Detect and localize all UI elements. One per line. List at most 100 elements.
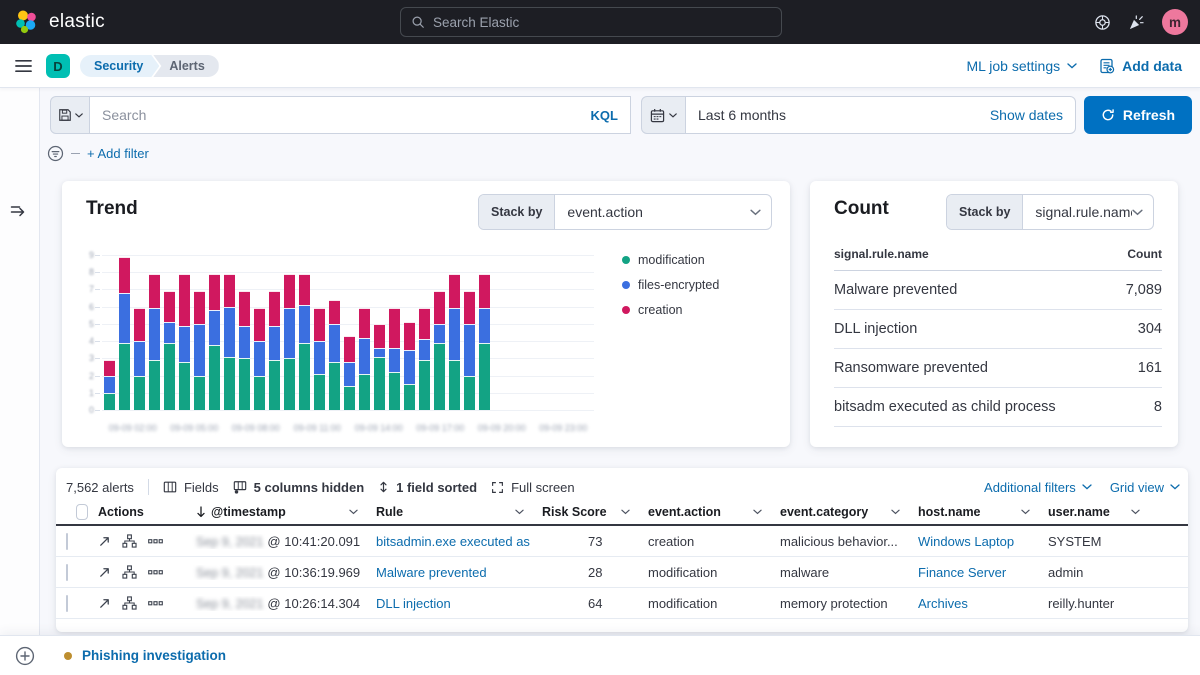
trend-bar-segment-modification[interactable]: [479, 342, 490, 410]
count-row[interactable]: Malware prevented 7,089: [834, 271, 1162, 310]
show-dates-button[interactable]: Show dates: [990, 107, 1063, 123]
trend-bar-segment-creation[interactable]: [389, 308, 400, 348]
trend-bar-segment-creation[interactable]: [344, 335, 355, 362]
legend-item-files-encrypted[interactable]: files-encrypted: [622, 278, 719, 292]
column-header-risk-score[interactable]: Risk Score: [532, 500, 638, 524]
trend-bar-segment-creation[interactable]: [374, 323, 385, 348]
column-header-rule[interactable]: Rule: [366, 500, 532, 524]
trend-bar-segment-files-encrypted[interactable]: [254, 341, 265, 376]
select-all-checkbox[interactable]: [76, 504, 88, 520]
trend-bar-segment-files-encrypted[interactable]: [299, 304, 310, 343]
date-range-value[interactable]: Last 6 months: [698, 107, 786, 123]
trend-bar-segment-modification[interactable]: [434, 342, 445, 410]
count-row[interactable]: bitsadm executed as child process 8: [834, 388, 1162, 427]
column-header-event-category[interactable]: event.category: [770, 500, 908, 524]
user-avatar[interactable]: m: [1162, 9, 1188, 35]
trend-bar-segment-creation[interactable]: [359, 308, 370, 338]
trend-bar-segment-creation[interactable]: [314, 308, 325, 342]
trend-bar-segment-modification[interactable]: [134, 375, 145, 410]
expand-sidebar-icon[interactable]: [10, 204, 28, 219]
trend-bar-segment-creation[interactable]: [224, 273, 235, 307]
row-checkbox[interactable]: [66, 594, 68, 612]
count-stack-by-select[interactable]: Stack by signal.rule.name: [946, 194, 1154, 230]
trend-bar-segment-files-encrypted[interactable]: [284, 308, 295, 359]
rule-link[interactable]: bitsadmin.exe executed as ...: [366, 534, 532, 549]
expand-alert-icon[interactable]: [98, 566, 111, 579]
trend-bar-segment-modification[interactable]: [179, 361, 190, 410]
trend-bar-segment-modification[interactable]: [164, 342, 175, 410]
trend-bar-segment-files-encrypted[interactable]: [374, 348, 385, 357]
count-row[interactable]: DLL injection 304: [834, 310, 1162, 349]
trend-bar-segment-modification[interactable]: [254, 375, 265, 410]
legend-item-modification[interactable]: modification: [622, 253, 719, 267]
column-header-event-action[interactable]: event.action: [638, 500, 770, 524]
global-search-input[interactable]: Search Elastic: [400, 7, 782, 37]
trend-bar-segment-creation[interactable]: [149, 273, 160, 309]
table-row[interactable]: Sep 9, 2021 @ 10:26:14.304 DLL injection …: [56, 588, 1188, 619]
menu-icon[interactable]: [15, 59, 32, 73]
table-row[interactable]: Sep 9, 2021 @ 10:41:20.091 bitsadmin.exe …: [56, 526, 1188, 557]
trend-bar-segment-modification[interactable]: [269, 360, 280, 410]
row-checkbox[interactable]: [66, 563, 68, 581]
columns-hidden-button[interactable]: 5 columns hidden: [233, 480, 364, 495]
trend-bar-segment-creation[interactable]: [479, 273, 490, 309]
more-actions-icon[interactable]: [148, 569, 163, 575]
trend-bar-segment-modification[interactable]: [224, 356, 235, 410]
trend-bar-segment-creation[interactable]: [464, 291, 475, 324]
breadcrumb-security[interactable]: Security: [80, 55, 159, 77]
trend-bar-segment-files-encrypted[interactable]: [449, 308, 460, 361]
trend-bar-segment-creation[interactable]: [239, 291, 250, 326]
more-actions-icon[interactable]: [148, 600, 163, 606]
fields-button[interactable]: Fields: [163, 480, 219, 495]
news-feed-icon[interactable]: [1128, 14, 1145, 31]
expand-alert-icon[interactable]: [98, 597, 111, 610]
add-filter-button[interactable]: + Add filter: [87, 146, 149, 161]
trend-bar-segment-creation[interactable]: [179, 273, 190, 326]
trend-bar-segment-files-encrypted[interactable]: [314, 341, 325, 374]
trend-bar-segment-creation[interactable]: [329, 299, 340, 324]
help-icon[interactable]: [1094, 14, 1111, 31]
trend-bar-segment-creation[interactable]: [194, 291, 205, 324]
trend-bar-segment-creation[interactable]: [119, 256, 130, 293]
trend-bar-segment-files-encrypted[interactable]: [134, 341, 145, 376]
date-range-display[interactable]: Last 6 months Show dates: [686, 96, 1076, 134]
trend-bar-segment-modification[interactable]: [344, 385, 355, 410]
grid-view-button[interactable]: Grid view: [1110, 480, 1180, 495]
add-timeline-icon[interactable]: [15, 646, 35, 666]
trend-bar-segment-modification[interactable]: [464, 375, 475, 410]
ml-job-settings-button[interactable]: ML job settings: [966, 58, 1077, 74]
trend-bar-segment-modification[interactable]: [419, 360, 430, 410]
trend-bar-segment-creation[interactable]: [134, 308, 145, 342]
column-header-timestamp[interactable]: @timestamp: [186, 500, 366, 524]
timeline-title-button[interactable]: Phishing investigation: [82, 648, 226, 663]
trend-bar-segment-modification[interactable]: [119, 342, 130, 410]
space-avatar[interactable]: D: [46, 54, 70, 78]
trend-bar-segment-creation[interactable]: [284, 273, 295, 309]
trend-bar-segment-files-encrypted[interactable]: [104, 375, 115, 393]
kql-language-button[interactable]: KQL: [591, 108, 618, 123]
expand-alert-icon[interactable]: [98, 535, 111, 548]
trend-bar-segment-creation[interactable]: [434, 291, 445, 324]
host-name-link[interactable]: Archives: [908, 596, 1038, 611]
more-actions-icon[interactable]: [148, 538, 163, 544]
trend-bar-segment-files-encrypted[interactable]: [164, 322, 175, 343]
trend-bar-segment-modification[interactable]: [389, 372, 400, 410]
analyzer-icon[interactable]: [122, 596, 137, 610]
trend-bar-segment-modification[interactable]: [284, 358, 295, 410]
host-name-link[interactable]: Windows Laptop: [908, 534, 1038, 549]
trend-bar-segment-modification[interactable]: [314, 373, 325, 410]
trend-bar-segment-creation[interactable]: [104, 360, 115, 376]
additional-filters-button[interactable]: Additional filters: [984, 480, 1092, 495]
trend-bar-segment-modification[interactable]: [374, 356, 385, 410]
trend-bar-segment-modification[interactable]: [104, 392, 115, 410]
trend-bar-segment-modification[interactable]: [194, 375, 205, 410]
full-screen-button[interactable]: Full screen: [491, 480, 575, 495]
trend-stack-by-select[interactable]: Stack by event.action: [478, 194, 772, 230]
trend-bar-segment-creation[interactable]: [269, 291, 280, 326]
trend-bar-segment-files-encrypted[interactable]: [179, 325, 190, 362]
kql-search-input[interactable]: Search KQL: [90, 96, 631, 134]
trend-bar-segment-modification[interactable]: [404, 384, 415, 410]
count-row[interactable]: Ransomware prevented 161: [834, 349, 1162, 388]
trend-bar-segment-modification[interactable]: [209, 344, 220, 410]
trend-bar-segment-files-encrypted[interactable]: [269, 325, 280, 361]
